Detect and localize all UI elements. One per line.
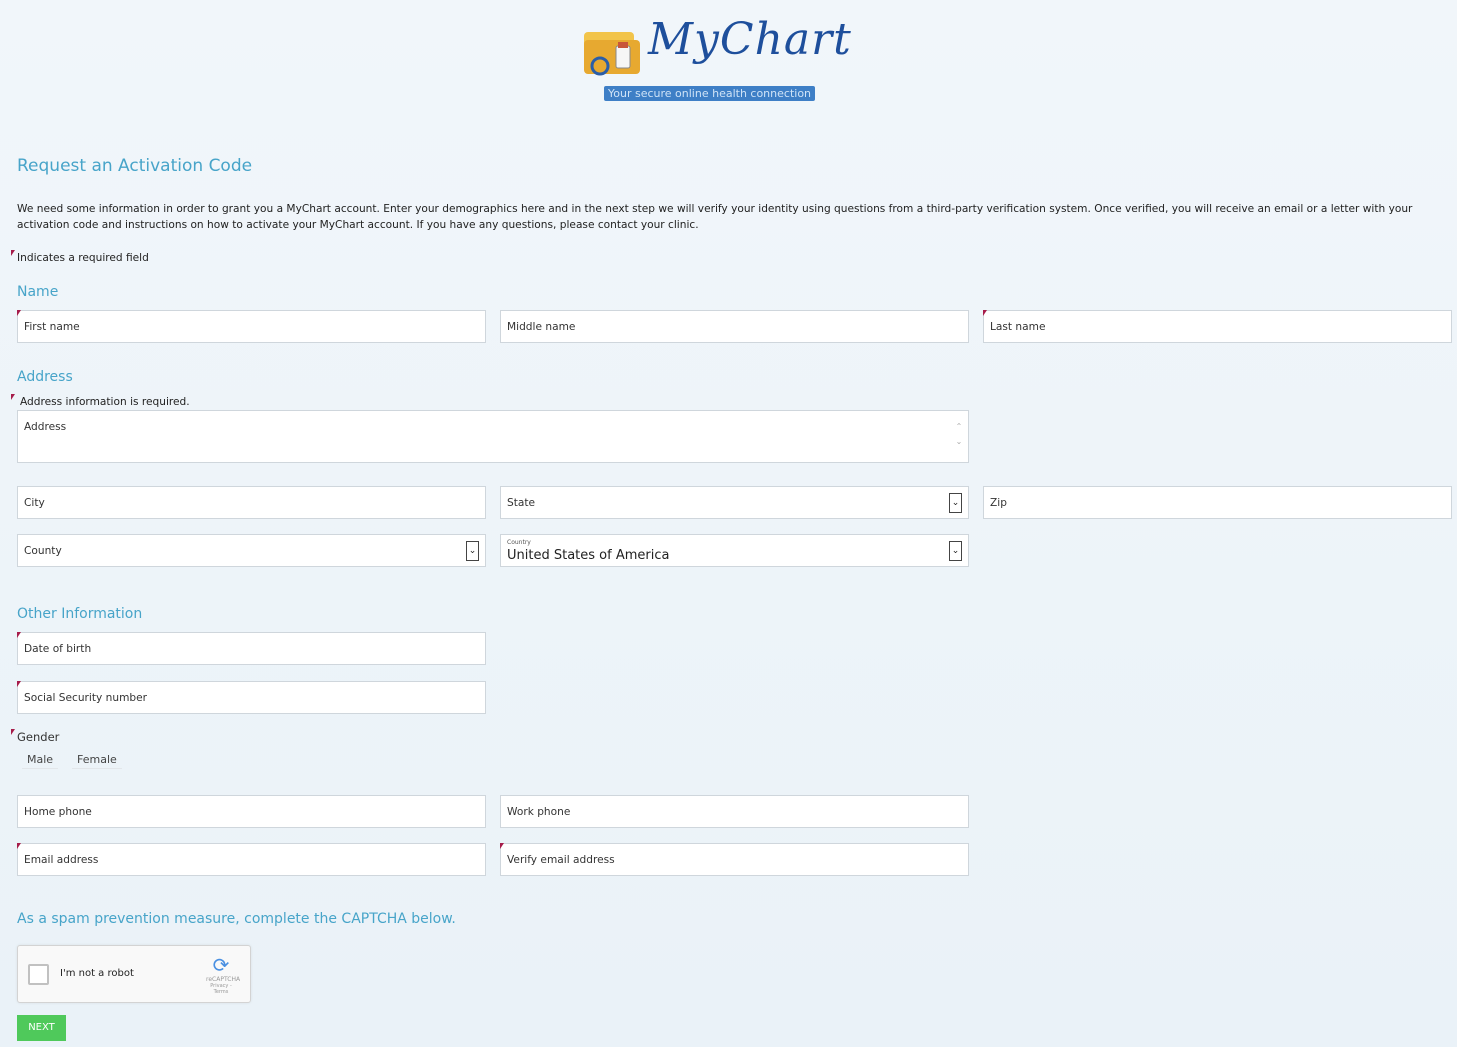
logo-wordmark: MyChart	[648, 14, 852, 65]
recaptcha-badge: ⟳ reCAPTCHA Privacy - Terms	[206, 953, 241, 995]
next-button[interactable]: NEXT	[17, 1015, 66, 1041]
county-placeholder: County	[24, 545, 62, 557]
textarea-scrollbar[interactable]: ⌃ ⌄	[954, 419, 964, 449]
address-section-title: Address	[17, 369, 73, 385]
recaptcha-links[interactable]: Privacy - Terms	[206, 983, 236, 995]
address-placeholder: Address	[24, 421, 67, 433]
other-info-section-title: Other Information	[17, 606, 143, 622]
zip-field[interactable]: Zip	[983, 486, 1452, 519]
required-flag-icon	[17, 843, 21, 849]
home-phone-field[interactable]: Home phone	[17, 795, 486, 828]
captcha-title: As a spam prevention measure, complete t…	[17, 911, 456, 927]
scroll-up-icon[interactable]: ⌃	[954, 419, 964, 434]
dob-placeholder: Date of birth	[24, 643, 92, 655]
verify-email-field[interactable]: Verify email address	[500, 843, 969, 876]
captcha-label: I'm not a robot	[60, 968, 134, 979]
page-title: Request an Activation Code	[17, 156, 253, 176]
last-name-field[interactable]: Last name	[983, 310, 1452, 343]
mychart-logo: MyChart Your secure online health connec…	[578, 14, 868, 106]
required-flag-icon	[11, 729, 15, 735]
required-flag-icon	[983, 310, 987, 316]
country-value: United States of America	[507, 548, 670, 563]
work-phone-placeholder: Work phone	[507, 806, 571, 818]
first-name-placeholder: First name	[24, 321, 80, 333]
required-flag-icon	[17, 310, 21, 316]
county-select[interactable]: County ⌄	[17, 534, 486, 567]
country-label: Country	[507, 539, 531, 546]
gender-female-option[interactable]: Female	[72, 751, 122, 769]
required-field-note: Indicates a required field	[17, 252, 149, 264]
name-section-title: Name	[17, 284, 59, 300]
email-field[interactable]: Email address	[17, 843, 486, 876]
required-flag-icon	[17, 681, 21, 687]
recaptcha-brand: reCAPTCHA	[206, 976, 241, 983]
verify-email-placeholder: Verify email address	[507, 854, 615, 866]
email-placeholder: Email address	[24, 854, 99, 866]
gender-male-option[interactable]: Male	[22, 751, 59, 769]
required-flag-icon	[11, 394, 15, 400]
ssn-placeholder: Social Security number	[24, 692, 147, 704]
country-select[interactable]: Country United States of America ⌄	[500, 534, 969, 567]
scroll-down-icon[interactable]: ⌄	[954, 434, 964, 449]
recaptcha-icon: ⟳	[212, 953, 230, 977]
gender-label: Gender	[17, 730, 60, 744]
logo-tagline: Your secure online health connection	[604, 86, 816, 101]
city-field[interactable]: City	[17, 486, 486, 519]
chevron-down-icon[interactable]: ⌄	[949, 493, 962, 513]
dob-field[interactable]: Date of birth	[17, 632, 486, 665]
state-select[interactable]: State ⌄	[500, 486, 969, 519]
address-textarea[interactable]: Address ⌃ ⌄	[17, 410, 969, 463]
zip-placeholder: Zip	[990, 497, 1007, 509]
chevron-down-icon[interactable]: ⌄	[466, 541, 479, 561]
first-name-field[interactable]: First name	[17, 310, 486, 343]
required-flag-icon	[500, 843, 504, 849]
folder-stethoscope-icon	[584, 32, 640, 76]
ssn-field[interactable]: Social Security number	[17, 681, 486, 714]
last-name-placeholder: Last name	[990, 321, 1046, 333]
state-placeholder: State	[507, 497, 536, 509]
captcha-checkbox[interactable]	[28, 964, 49, 985]
intro-text: We need some information in order to gra…	[17, 203, 1413, 231]
required-flag-icon	[17, 632, 21, 638]
recaptcha-widget: I'm not a robot ⟳ reCAPTCHA Privacy - Te…	[17, 945, 251, 1003]
required-flag-icon	[11, 250, 15, 256]
middle-name-field[interactable]: Middle name	[500, 310, 969, 343]
address-required-note: Address information is required.	[20, 396, 190, 408]
chevron-down-icon[interactable]: ⌄	[949, 541, 962, 561]
work-phone-field[interactable]: Work phone	[500, 795, 969, 828]
city-placeholder: City	[24, 497, 45, 509]
home-phone-placeholder: Home phone	[24, 806, 92, 818]
middle-name-placeholder: Middle name	[507, 321, 576, 333]
